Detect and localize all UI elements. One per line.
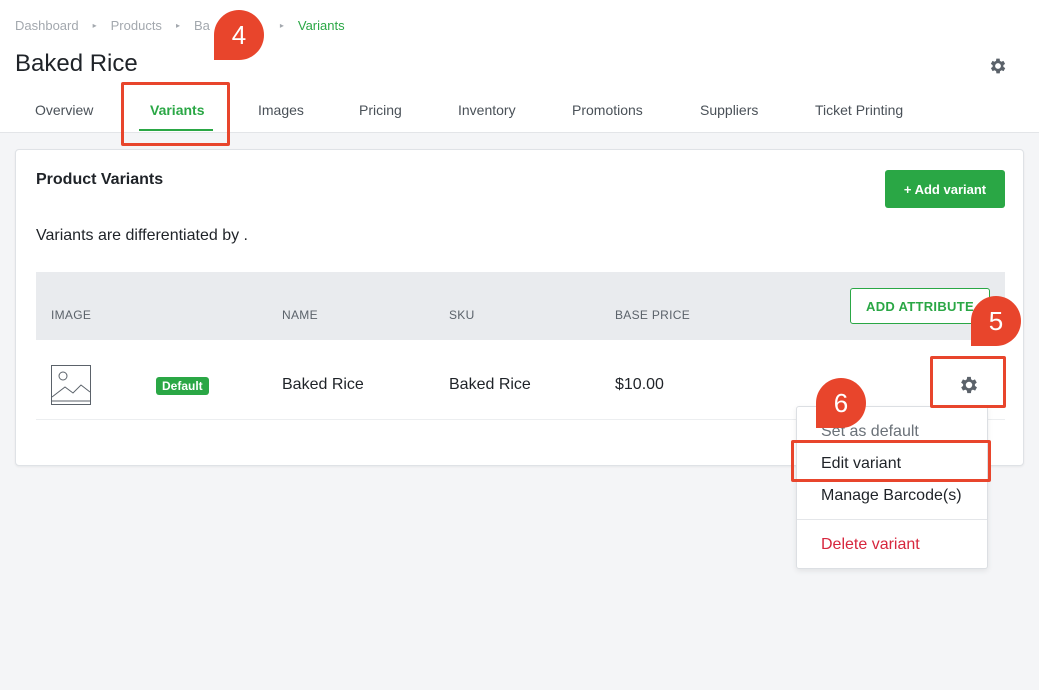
page-title: Baked Rice [15,50,138,77]
tab-pricing[interactable]: Pricing [359,90,402,133]
variant-name: Baked Rice [282,376,364,393]
triangle-right-icon: ▸ [92,21,97,30]
step-marker: 6 [816,378,866,428]
header-sku: SKU [449,308,475,322]
header-image: IMAGE [51,308,92,322]
menu-item-manage-barcodes[interactable]: Manage Barcode(s) [797,480,987,512]
step-marker: 5 [971,296,1021,346]
gear-icon[interactable] [988,56,1008,76]
breadcrumb-product[interactable]: Ba [194,18,210,33]
breadcrumb-products[interactable]: Products [111,18,162,33]
header-name: NAME [282,308,318,322]
add-variant-button[interactable]: + Add variant [885,170,1005,208]
tab-variants[interactable]: Variants [150,90,204,133]
active-tab-indicator [139,129,213,131]
gear-icon[interactable] [958,374,980,396]
tab-suppliers[interactable]: Suppliers [700,90,758,133]
variant-base-price: $10.00 [615,376,664,393]
card-title: Product Variants [36,171,164,188]
breadcrumb-dashboard[interactable]: Dashboard [15,18,79,33]
triangle-right-icon: ▸ [279,21,284,30]
tab-promotions[interactable]: Promotions [572,90,643,133]
tab-ticket-printing[interactable]: Ticket Printing [815,90,903,133]
add-attribute-button[interactable]: ADD ATTRIBUTE [850,288,990,324]
table-header: IMAGE NAME SKU BASE PRICE ADD ATTRIBUTE [36,272,1005,340]
variants-description: Variants are differentiated by . [36,227,248,244]
breadcrumb-variants: Variants [297,18,345,33]
menu-item-delete-variant[interactable]: Delete variant [797,529,987,561]
menu-divider [797,519,987,520]
tab-images[interactable]: Images [258,90,304,133]
tab-inventory[interactable]: Inventory [458,90,516,133]
menu-item-edit-variant[interactable]: Edit variant [797,448,987,480]
page-header: Dashboard ▸ Products ▸ Ba ▸ Variants Bak… [0,0,1039,133]
step-marker: 4 [214,10,264,60]
tab-bar: Overview Variants Images Pricing Invento… [0,90,1039,133]
tab-overview[interactable]: Overview [35,90,93,133]
image-placeholder-icon [51,365,91,405]
triangle-right-icon: ▸ [175,21,180,30]
variant-sku: Baked Rice [449,376,531,393]
breadcrumb: Dashboard ▸ Products ▸ Ba ▸ Variants [15,18,345,33]
header-base-price: BASE PRICE [615,308,691,322]
default-badge: Default [156,377,209,395]
variant-actions-menu: Set as default Edit variant Manage Barco… [796,406,988,569]
